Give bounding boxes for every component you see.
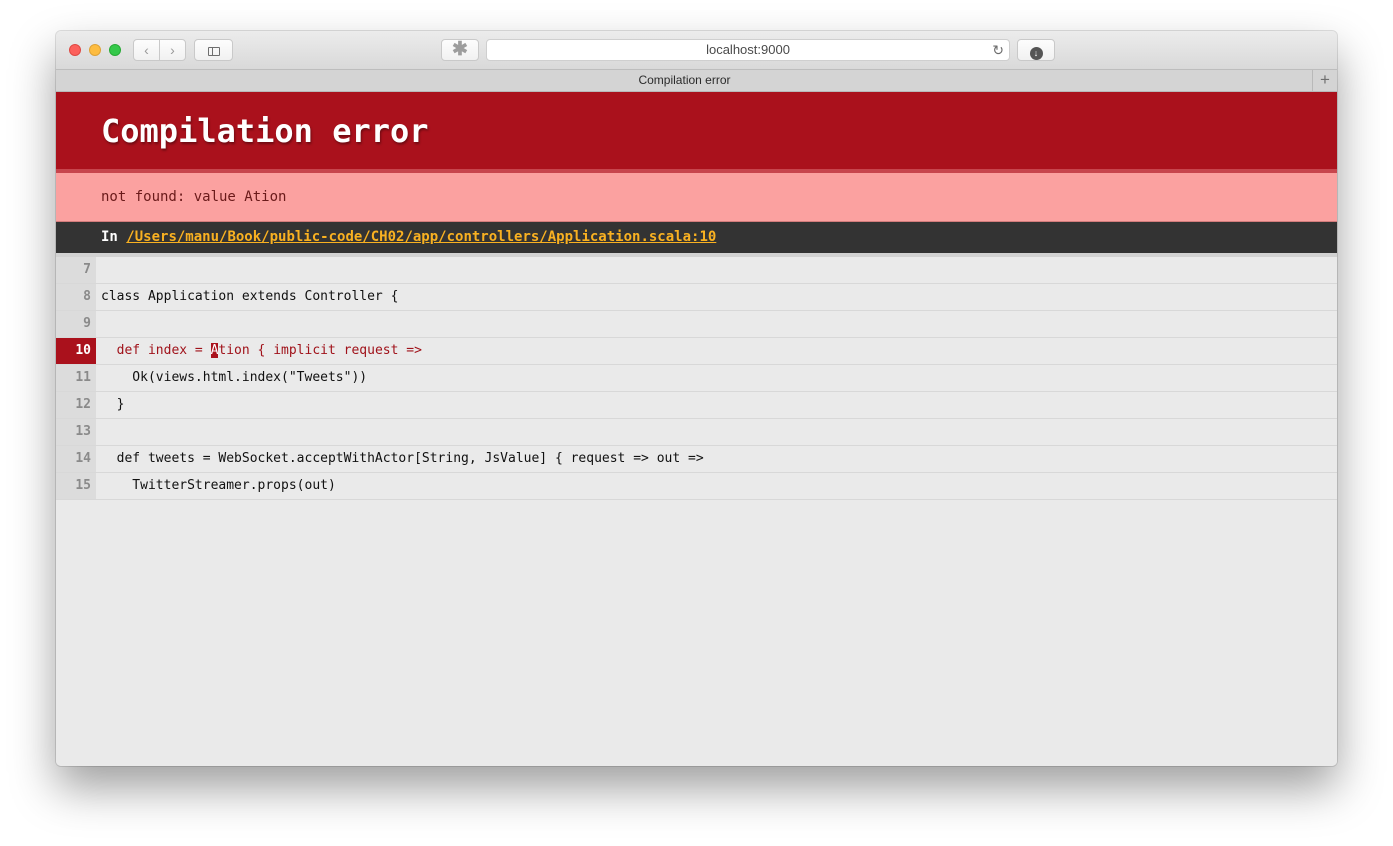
error-code-line: 10 def index = Ation { implicit request … bbox=[56, 338, 1337, 365]
line-code: TwitterStreamer.props(out) bbox=[101, 478, 336, 493]
browser-window: ‹ › ✱ localhost:9000 ↻ ↓ Compilation err… bbox=[56, 31, 1337, 766]
line-code: def index = Ation { implicit request => bbox=[101, 338, 422, 364]
reload-icon[interactable]: ↻ bbox=[992, 40, 1004, 60]
close-window-button[interactable] bbox=[69, 44, 81, 56]
line-number: 9 bbox=[56, 311, 96, 337]
sidebar-icon bbox=[207, 47, 220, 56]
page-title: Compilation error bbox=[101, 112, 429, 150]
error-location: In /Users/manu/Book/public-code/CH02/app… bbox=[56, 222, 1337, 257]
chevron-left-icon: ‹ bbox=[144, 42, 149, 58]
code-line: 11 Ok(views.html.index("Tweets")) bbox=[56, 365, 1337, 392]
source-file-link[interactable]: /Users/manu/Book/public-code/CH02/app/co… bbox=[126, 229, 716, 245]
error-line-number: 10 bbox=[56, 338, 96, 364]
code-listing: 7 8 class Application extends Controller… bbox=[56, 257, 1337, 500]
maximize-window-button[interactable] bbox=[109, 44, 121, 56]
tab-compilation-error[interactable]: Compilation error bbox=[56, 70, 1313, 91]
line-number: 11 bbox=[56, 365, 96, 391]
address-bar[interactable]: localhost:9000 ↻ bbox=[486, 39, 1010, 61]
new-tab-button[interactable]: + bbox=[1312, 70, 1337, 91]
line-code: class Application extends Controller { bbox=[101, 289, 399, 304]
code-line: 13 bbox=[56, 419, 1337, 446]
page-content: Compilation error not found: value Ation… bbox=[56, 92, 1337, 766]
tab-bar: Compilation error + bbox=[56, 70, 1337, 92]
sidebar-toggle-button[interactable] bbox=[194, 39, 233, 61]
line-number: 13 bbox=[56, 419, 96, 445]
chevron-right-icon: › bbox=[170, 42, 175, 58]
line-code: def tweets = WebSocket.acceptWithActor[S… bbox=[101, 451, 704, 466]
plus-icon: + bbox=[1320, 70, 1330, 89]
code-line: 9 bbox=[56, 311, 1337, 338]
code-before-error: def index = bbox=[101, 343, 211, 358]
minimize-window-button[interactable] bbox=[89, 44, 101, 56]
code-line: 14 def tweets = WebSocket.acceptWithActo… bbox=[56, 446, 1337, 473]
line-number: 12 bbox=[56, 392, 96, 418]
browser-toolbar: ‹ › ✱ localhost:9000 ↻ ↓ bbox=[56, 31, 1337, 70]
downloads-button[interactable]: ↓ bbox=[1017, 39, 1055, 61]
line-number: 7 bbox=[56, 257, 96, 283]
forward-button[interactable]: › bbox=[159, 39, 186, 61]
line-code: Ok(views.html.index("Tweets")) bbox=[101, 370, 368, 385]
puzzle-icon: ✱ bbox=[452, 39, 468, 60]
url-text: localhost:9000 bbox=[706, 42, 790, 57]
download-icon: ↓ bbox=[1029, 47, 1043, 60]
location-prefix: In bbox=[101, 229, 118, 245]
line-number: 14 bbox=[56, 446, 96, 472]
line-code: } bbox=[101, 397, 125, 412]
code-line: 15 TwitterStreamer.props(out) bbox=[56, 473, 1337, 500]
line-number: 15 bbox=[56, 473, 96, 499]
error-message: not found: value Ation bbox=[56, 173, 1337, 222]
code-line: 8 class Application extends Controller { bbox=[56, 284, 1337, 311]
error-header: Compilation error bbox=[56, 92, 1337, 173]
code-after-error: tion { implicit request => bbox=[218, 343, 422, 358]
code-line: 7 bbox=[56, 257, 1337, 284]
code-line: 12 } bbox=[56, 392, 1337, 419]
extension-button[interactable]: ✱ bbox=[441, 39, 479, 61]
back-button[interactable]: ‹ bbox=[133, 39, 160, 61]
line-number: 8 bbox=[56, 284, 96, 310]
